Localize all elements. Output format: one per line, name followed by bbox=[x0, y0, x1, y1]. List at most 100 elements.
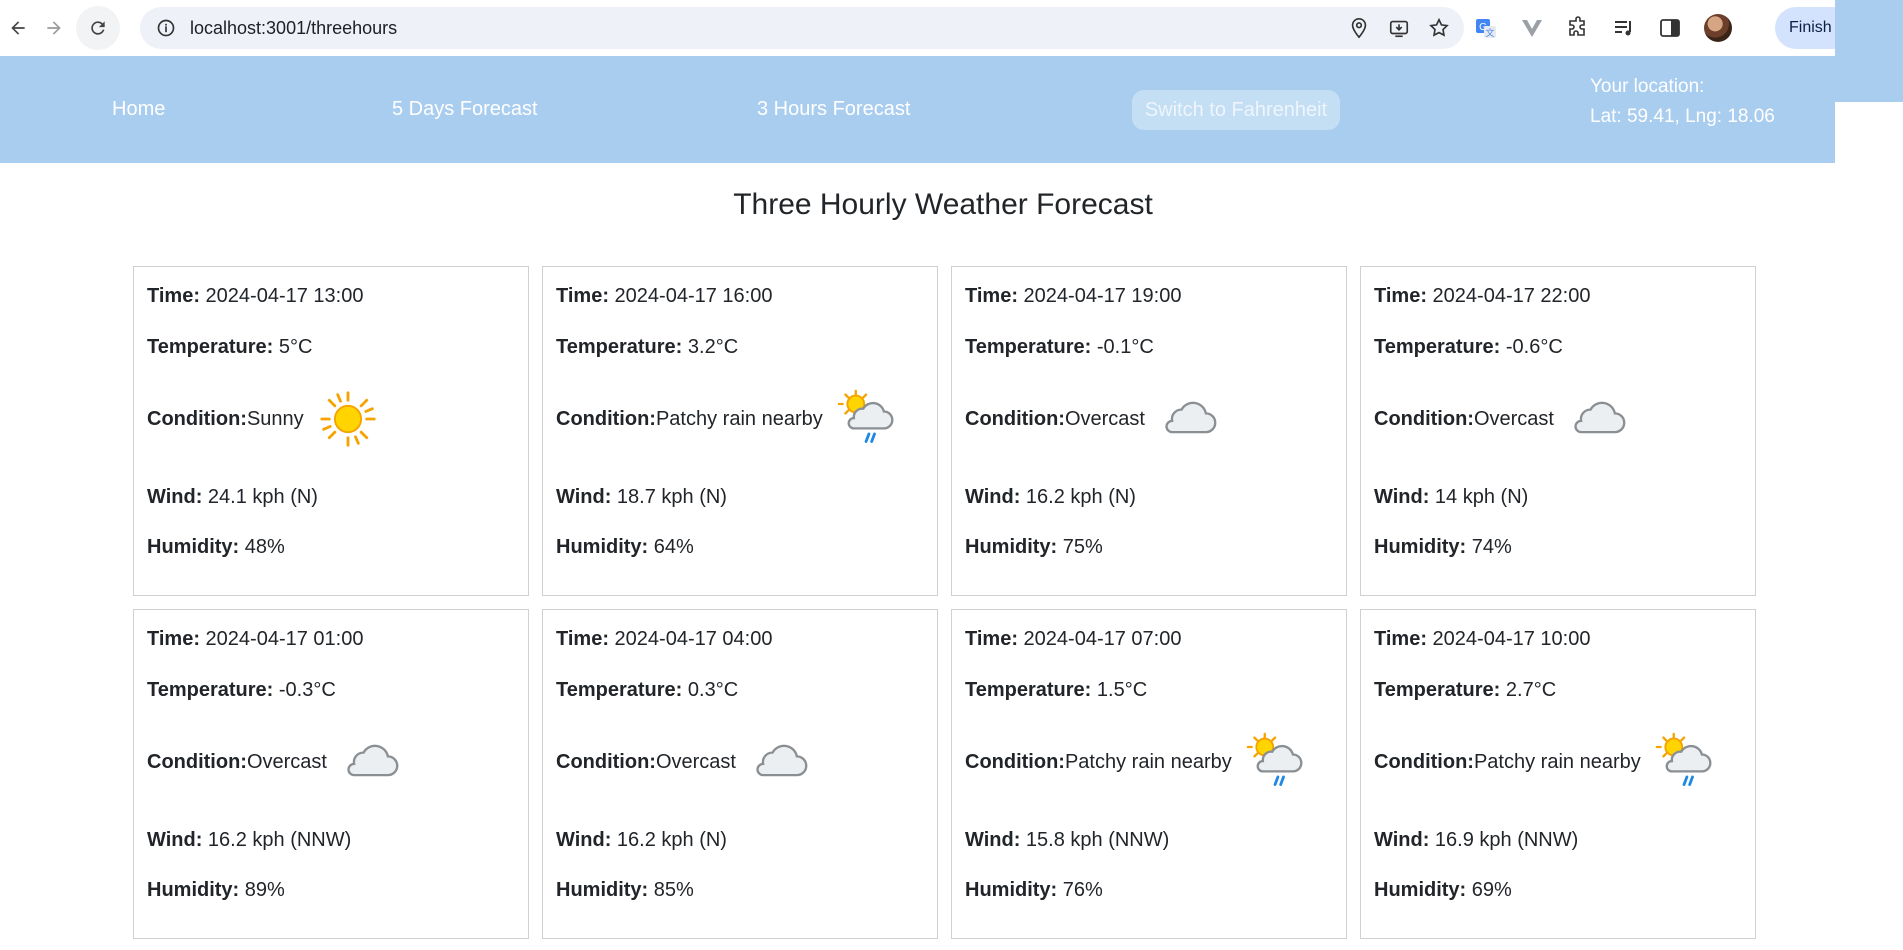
humidity-label: Humidity: bbox=[556, 536, 649, 558]
condition-label: Condition: bbox=[147, 750, 247, 773]
forecast-card: Time: 2024-04-17 04:00 Temperature: 0.3°C… bbox=[542, 609, 938, 939]
forward-arrow-icon bbox=[47, 21, 61, 35]
wind-label: Wind: bbox=[965, 829, 1021, 851]
humidity-value: 48% bbox=[244, 536, 285, 558]
condition-row: Condition: Overcast bbox=[556, 727, 810, 797]
temperature-row: Temperature: -0.6°C bbox=[1374, 336, 1563, 359]
back-arrow-icon bbox=[11, 21, 25, 35]
condition-value: Overcast bbox=[1064, 407, 1145, 430]
time-label: Time: bbox=[147, 285, 200, 307]
side-panel-icon[interactable] bbox=[1658, 16, 1682, 40]
condition-label: Condition: bbox=[965, 750, 1065, 773]
wind-row: Wind: 15.8 kph (NNW) bbox=[965, 829, 1169, 852]
condition-row: Condition: Patchy rain nearby bbox=[1374, 727, 1715, 797]
condition-label: Condition: bbox=[1374, 407, 1474, 430]
time-value: 2024-04-17 22:00 bbox=[1432, 285, 1591, 307]
location-pin-icon[interactable] bbox=[1348, 17, 1370, 39]
humidity-label: Humidity: bbox=[1374, 536, 1467, 558]
sun-icon bbox=[318, 389, 378, 449]
time-value: 2024-04-17 13:00 bbox=[205, 285, 364, 307]
time-row: Time: 2024-04-17 10:00 bbox=[1374, 628, 1590, 651]
time-label: Time: bbox=[556, 628, 609, 650]
forecast-card: Time: 2024-04-17 01:00 Temperature: -0.3°… bbox=[133, 609, 529, 939]
time-row: Time: 2024-04-17 13:00 bbox=[147, 285, 363, 308]
temperature-row: Temperature: -0.3°C bbox=[147, 679, 336, 702]
unit-toggle-button[interactable]: Switch to Fahrenheit bbox=[1132, 90, 1340, 130]
sun-cloud-rain-icon bbox=[1655, 732, 1715, 792]
nav-home-link[interactable]: Home bbox=[112, 56, 165, 163]
humidity-value: 69% bbox=[1471, 879, 1512, 901]
wind-row: Wind: 24.1 kph (N) bbox=[147, 486, 318, 509]
condition-value: Patchy rain nearby bbox=[1473, 750, 1641, 773]
condition-row: Condition: Sunny bbox=[147, 384, 378, 454]
humidity-row: Humidity: 64% bbox=[556, 536, 694, 559]
humidity-label: Humidity: bbox=[147, 879, 240, 901]
wind-label: Wind: bbox=[147, 829, 203, 851]
humidity-row: Humidity: 76% bbox=[965, 879, 1103, 902]
temperature-value: 2.7°C bbox=[1505, 679, 1557, 701]
condition-value: Overcast bbox=[246, 750, 327, 773]
time-label: Time: bbox=[965, 285, 1018, 307]
back-button[interactable] bbox=[0, 10, 36, 46]
time-label: Time: bbox=[965, 628, 1018, 650]
temperature-row: Temperature: -0.1°C bbox=[965, 336, 1154, 359]
forecast-card: Time: 2024-04-17 07:00 Temperature: 1.5°C… bbox=[951, 609, 1347, 939]
humidity-row: Humidity: 74% bbox=[1374, 536, 1512, 559]
app-navbar: Home 5 Days Forecast 3 Hours Forecast Sw… bbox=[0, 56, 1835, 163]
translate-icon[interactable]: G文 bbox=[1474, 16, 1498, 40]
temperature-label: Temperature: bbox=[965, 336, 1092, 358]
sun-cloud-rain-icon bbox=[1246, 732, 1306, 792]
bookmark-star-icon[interactable] bbox=[1428, 17, 1450, 39]
location-label: Your location: bbox=[1590, 76, 1705, 97]
time-row: Time: 2024-04-17 04:00 bbox=[556, 628, 772, 651]
site-info-icon[interactable] bbox=[156, 18, 176, 38]
wind-row: Wind: 18.7 kph (N) bbox=[556, 486, 727, 509]
wind-value: 18.7 kph (N) bbox=[616, 486, 727, 508]
cloud-icon bbox=[341, 732, 401, 792]
nav-five-days-link[interactable]: 5 Days Forecast bbox=[392, 56, 538, 163]
media-controls-icon[interactable] bbox=[1612, 16, 1636, 40]
reload-icon bbox=[91, 21, 105, 35]
temperature-value: 5°C bbox=[278, 336, 313, 358]
reload-button[interactable] bbox=[76, 6, 120, 50]
wind-label: Wind: bbox=[556, 486, 612, 508]
humidity-value: 64% bbox=[653, 536, 694, 558]
condition-row: Condition: Overcast bbox=[965, 384, 1219, 454]
extensions-puzzle-icon[interactable] bbox=[1566, 16, 1590, 40]
forecast-card: Time: 2024-04-17 13:00 Temperature: 5°C Co… bbox=[133, 266, 529, 596]
time-label: Time: bbox=[1374, 628, 1427, 650]
nav-three-hours-link[interactable]: 3 Hours Forecast bbox=[757, 56, 910, 163]
time-row: Time: 2024-04-17 16:00 bbox=[556, 285, 772, 308]
time-label: Time: bbox=[556, 285, 609, 307]
humidity-row: Humidity: 48% bbox=[147, 536, 285, 559]
address-bar[interactable]: localhost:3001/threehours bbox=[140, 7, 1464, 49]
temperature-value: -0.3°C bbox=[278, 679, 336, 701]
condition-row: Condition: Patchy rain nearby bbox=[965, 727, 1306, 797]
temperature-row: Temperature: 1.5°C bbox=[965, 679, 1147, 702]
wind-label: Wind: bbox=[965, 486, 1021, 508]
extensions-area: G文 bbox=[1474, 7, 1732, 49]
time-row: Time: 2024-04-17 07:00 bbox=[965, 628, 1181, 651]
wind-row: Wind: 16.2 kph (NNW) bbox=[147, 829, 351, 852]
install-app-icon[interactable] bbox=[1388, 17, 1410, 39]
temperature-row: Temperature: 0.3°C bbox=[556, 679, 738, 702]
time-row: Time: 2024-04-17 22:00 bbox=[1374, 285, 1590, 308]
profile-avatar[interactable] bbox=[1704, 14, 1732, 42]
temperature-row: Temperature: 5°C bbox=[147, 336, 312, 359]
location-coords: Lat: 59.41, Lng: 18.06 bbox=[1590, 106, 1775, 127]
wind-row: Wind: 16.2 kph (N) bbox=[965, 486, 1136, 509]
forecast-grid: Time: 2024-04-17 13:00 Temperature: 5°C Co… bbox=[133, 266, 1756, 939]
cloud-icon bbox=[1568, 389, 1628, 449]
temperature-label: Temperature: bbox=[556, 679, 683, 701]
temperature-value: 0.3°C bbox=[687, 679, 739, 701]
vue-devtools-icon[interactable] bbox=[1520, 16, 1544, 40]
humidity-label: Humidity: bbox=[1374, 879, 1467, 901]
condition-row: Condition: Patchy rain nearby bbox=[556, 384, 897, 454]
time-row: Time: 2024-04-17 19:00 bbox=[965, 285, 1181, 308]
humidity-row: Humidity: 75% bbox=[965, 536, 1103, 559]
wind-row: Wind: 14 kph (N) bbox=[1374, 486, 1528, 509]
time-value: 2024-04-17 19:00 bbox=[1023, 285, 1182, 307]
condition-label: Condition: bbox=[1374, 750, 1474, 773]
forward-button[interactable] bbox=[36, 10, 72, 46]
wind-value: 24.1 kph (N) bbox=[207, 486, 318, 508]
